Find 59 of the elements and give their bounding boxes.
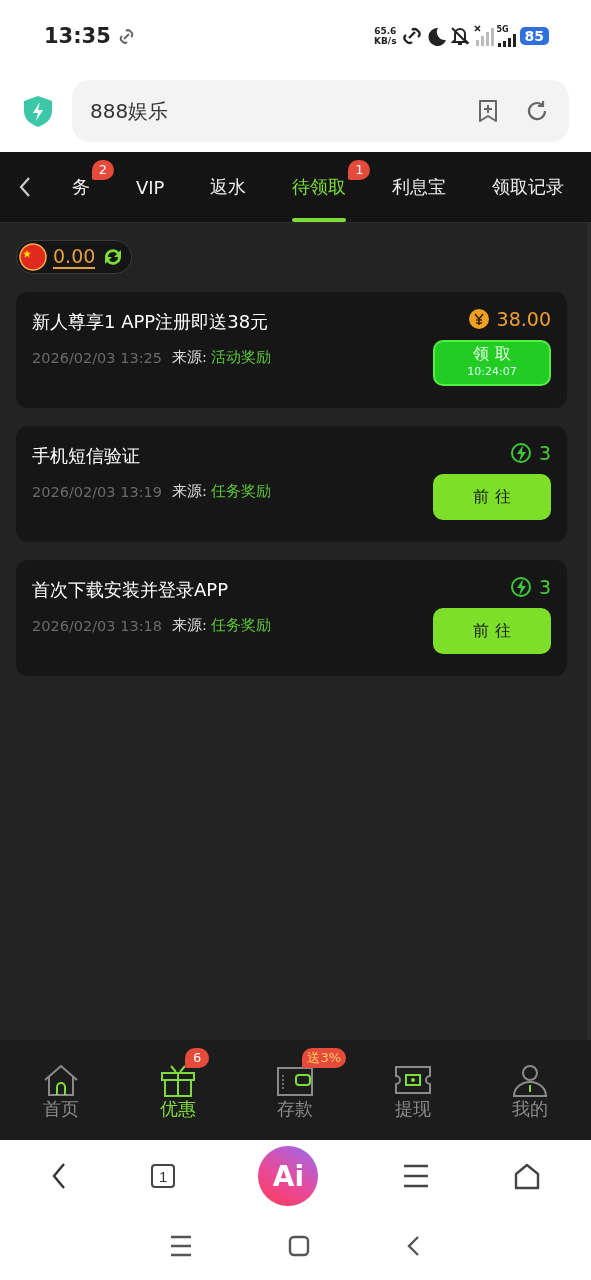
source-label: 来源:	[172, 616, 207, 635]
muted-bell-icon	[448, 25, 471, 47]
bookmark-add-icon	[477, 99, 499, 123]
reward-time: 2026/02/03 13:18	[32, 617, 162, 634]
coin-icon	[467, 308, 490, 330]
menu-icon	[169, 1235, 192, 1257]
nav-item[interactable]: 提现	[367, 1040, 458, 1140]
ai-button[interactable]: Ai	[258, 1146, 319, 1206]
go-button[interactable]: 前 往	[433, 474, 551, 520]
menu-icon	[401, 1163, 430, 1189]
speed-unit: KB/s	[374, 36, 397, 46]
source-label: 来源:	[172, 482, 207, 501]
reward-time: 2026/02/03 13:25	[32, 349, 162, 366]
signal-icon	[473, 25, 494, 47]
home-icon	[513, 1162, 542, 1190]
tab[interactable]: 领取记录	[482, 152, 575, 222]
person-icon	[511, 1062, 550, 1097]
tabs-button[interactable]: 1	[151, 1164, 176, 1188]
home-button[interactable]	[513, 1162, 542, 1190]
menu-button[interactable]	[401, 1163, 430, 1189]
address-bar[interactable]: 888娱乐	[72, 80, 569, 142]
lightning-icon	[509, 576, 532, 598]
nav-badge: 送3%	[302, 1048, 347, 1068]
source-value: 活动奖励	[210, 348, 271, 367]
nav-item[interactable]: 我的	[485, 1040, 576, 1140]
tab[interactable]: VIP	[126, 152, 175, 222]
count-badge: 2	[92, 160, 114, 180]
link-icon	[400, 26, 423, 46]
network-type: 5G	[496, 25, 510, 34]
shield-icon	[22, 95, 54, 127]
reward-title: 手机短信验证	[32, 444, 141, 468]
network-speed: 65.6	[374, 26, 397, 36]
reward-amount: 3	[538, 442, 551, 464]
reward-title: 新人尊享1 APP注册即送38元	[32, 310, 270, 334]
source-value: 任务奖励	[210, 616, 271, 635]
battery-level: 85	[519, 27, 549, 45]
nav-item[interactable]: 首页	[15, 1040, 106, 1140]
menu-button[interactable]	[169, 1235, 192, 1257]
go-button[interactable]: 前 往	[433, 608, 551, 654]
signal-icon	[496, 34, 517, 47]
flag-icon	[19, 243, 47, 271]
reward-time: 2026/02/03 13:19	[32, 483, 162, 500]
tab[interactable]: 利息宝	[382, 152, 457, 222]
refresh-icon	[525, 99, 549, 123]
lightning-icon	[509, 442, 532, 464]
square-icon	[287, 1235, 310, 1257]
source-value: 任务奖励	[210, 482, 271, 501]
address-field[interactable]: 888娱乐	[88, 98, 451, 124]
source-label: 来源:	[172, 348, 207, 367]
clock: 13:35	[44, 24, 111, 48]
balance-amount: 0.00	[53, 245, 96, 269]
tab[interactable]: 返水	[200, 152, 257, 222]
home-button[interactable]	[287, 1235, 310, 1257]
nav-badge: 6	[185, 1048, 210, 1068]
reward-amount: 38.00	[496, 308, 551, 330]
reward-amount: 3	[538, 576, 551, 598]
back-button[interactable]	[405, 1235, 422, 1257]
reward-title: 首次下载安装并登录APP	[32, 578, 230, 602]
count-badge: 1	[348, 160, 371, 180]
